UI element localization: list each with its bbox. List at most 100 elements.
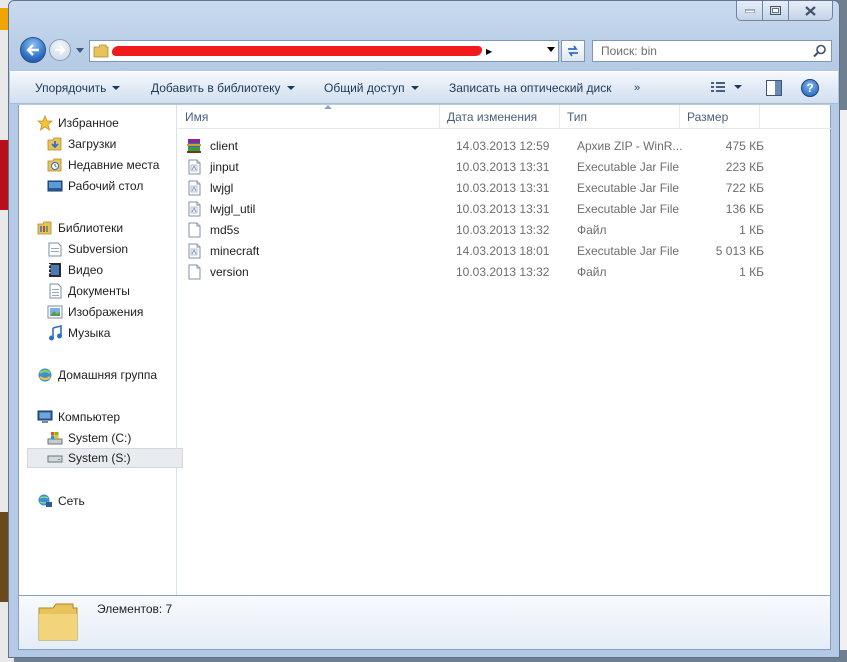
maximize-button[interactable] xyxy=(763,1,789,21)
nav-desktop-label: Рабочий стол xyxy=(68,179,144,193)
sort-ascending-icon xyxy=(324,105,332,109)
folder-icon xyxy=(93,44,109,58)
nav-favorites[interactable]: Избранное xyxy=(37,113,119,133)
nav-libraries-label: Библиотеки xyxy=(58,221,124,235)
file-row[interactable]: lwjgl_util 10.03.2013 13:31 Executable Jar… xyxy=(186,198,766,219)
file-name-cell[interactable]: md5s xyxy=(186,219,239,240)
pictures-library-icon xyxy=(47,304,63,320)
forward-button[interactable] xyxy=(49,39,71,61)
column-header-name[interactable]: Имя xyxy=(178,105,440,129)
share-label: Общий доступ xyxy=(324,81,405,95)
column-header-type[interactable]: Тип xyxy=(560,105,680,129)
nav-recent-places[interactable]: Недавние места xyxy=(47,155,159,175)
nav-music[interactable]: Музыка xyxy=(47,323,110,343)
search-input[interactable] xyxy=(593,41,803,61)
explorer-window: ▶ Упорядочить Добавить в библиотеку Общи… xyxy=(8,0,840,658)
column-headers: Имя Дата изменения Тип Размер xyxy=(178,105,831,129)
file-name-cell[interactable]: lwjgl xyxy=(186,177,233,198)
search-icon[interactable] xyxy=(813,44,827,58)
nav-downloads[interactable]: Загрузки xyxy=(47,134,116,154)
file-size: 1 КБ xyxy=(739,264,764,279)
chevron-down-icon xyxy=(112,86,121,90)
column-type-label: Тип xyxy=(567,110,588,124)
nav-documents[interactable]: Документы xyxy=(47,281,130,301)
file-type: Файл xyxy=(577,222,607,237)
computer-icon xyxy=(37,409,53,425)
minimize-button[interactable] xyxy=(736,1,763,21)
breadcrumb-separator-icon[interactable]: ▶ xyxy=(486,47,492,56)
file-size: 1 КБ xyxy=(739,222,764,237)
file-type: Executable Jar File xyxy=(577,159,680,174)
close-icon xyxy=(805,5,816,16)
file-type: Файл xyxy=(577,264,607,279)
file-date: 10.03.2013 13:32 xyxy=(456,222,550,237)
column-header-date[interactable]: Дата изменения xyxy=(440,105,560,129)
caption-buttons xyxy=(736,1,833,21)
homegroup-icon xyxy=(37,367,53,383)
organize-button[interactable]: Упорядочить xyxy=(35,72,121,104)
nav-subversion[interactable]: Subversion xyxy=(47,239,128,259)
column-size-label: Размер xyxy=(687,110,729,124)
nav-drive-c[interactable]: System (C:) xyxy=(47,428,131,448)
nav-pictures[interactable]: Изображения xyxy=(47,302,143,322)
file-name-cell[interactable]: minecraft xyxy=(186,240,259,261)
nav-libraries[interactable]: Библиотеки xyxy=(37,218,123,238)
column-header-size[interactable]: Размер xyxy=(680,105,760,129)
preview-pane-button[interactable] xyxy=(766,80,782,99)
nav-computer[interactable]: Компьютер xyxy=(37,407,120,427)
file-name-cell[interactable]: client xyxy=(186,135,238,156)
nav-homegroup-label: Домашняя группа xyxy=(58,368,158,382)
nav-network-label: Сеть xyxy=(58,494,85,508)
file-row[interactable]: lwjgl 10.03.2013 13:31 Executable Jar File… xyxy=(186,177,766,198)
file-name: jinput xyxy=(210,159,239,174)
nav-desktop[interactable]: Рабочий стол xyxy=(47,176,143,196)
nav-network[interactable]: Сеть xyxy=(37,491,85,511)
library-folder-icon xyxy=(47,241,63,257)
file-name-cell[interactable]: version xyxy=(186,261,249,282)
change-view-button[interactable] xyxy=(710,80,742,94)
address-bar[interactable]: ▶ xyxy=(89,40,559,62)
add-to-library-button[interactable]: Добавить в библиотеку xyxy=(151,72,295,104)
file-row[interactable]: version 10.03.2013 13:32 Файл 1 КБ xyxy=(186,261,766,282)
refresh-icon xyxy=(568,45,578,57)
nav-music-label: Музыка xyxy=(68,326,111,340)
nav-documents-label: Документы xyxy=(68,284,130,298)
file-type: Executable Jar File xyxy=(577,243,680,258)
jar-file-icon xyxy=(186,180,202,196)
column-date-label: Дата изменения xyxy=(447,110,538,124)
file-size: 223 КБ xyxy=(725,159,764,174)
back-button[interactable] xyxy=(20,37,46,63)
file-row[interactable]: client 14.03.2013 12:59 Архив ZIP - WinR..… xyxy=(186,135,766,156)
file-name-cell[interactable]: lwjgl_util xyxy=(186,198,255,219)
drive-icon xyxy=(47,450,63,466)
address-dropdown-icon[interactable] xyxy=(547,47,555,52)
burn-button[interactable]: Записать на оптический диск xyxy=(449,72,612,104)
help-button[interactable]: ? xyxy=(801,79,819,97)
blank-file-icon xyxy=(186,222,202,238)
close-button[interactable] xyxy=(789,1,833,21)
nav-homegroup[interactable]: Домашняя группа xyxy=(37,365,157,385)
arrow-left-icon xyxy=(26,44,39,56)
more-commands-button[interactable]: » xyxy=(634,82,640,94)
network-icon xyxy=(37,493,53,509)
nav-drive-s[interactable]: System (S:) xyxy=(27,448,183,468)
refresh-button[interactable] xyxy=(561,40,585,62)
file-name: md5s xyxy=(210,222,240,237)
file-size: 475 КБ xyxy=(725,138,764,153)
nav-videos[interactable]: Видео xyxy=(47,260,103,280)
file-row[interactable]: md5s 10.03.2013 13:32 Файл 1 КБ xyxy=(186,219,766,240)
organize-label: Упорядочить xyxy=(35,81,107,95)
file-row[interactable]: jinput 10.03.2013 13:31 Executable Jar Fil… xyxy=(186,156,766,177)
search-box[interactable] xyxy=(592,40,832,62)
file-size: 136 КБ xyxy=(725,201,764,216)
file-size: 722 КБ xyxy=(725,180,764,195)
address-bar-row: ▶ xyxy=(9,35,839,67)
burn-label: Записать на оптический диск xyxy=(449,81,612,95)
desktop-icon xyxy=(47,178,63,194)
chevron-down-icon xyxy=(410,86,419,90)
recent-pages-button[interactable] xyxy=(75,45,85,55)
file-name-cell[interactable]: jinput xyxy=(186,156,239,177)
libraries-icon xyxy=(37,220,53,236)
share-button[interactable]: Общий доступ xyxy=(324,72,419,104)
file-row[interactable]: minecraft 14.03.2013 18:01 Executable Jar … xyxy=(186,240,766,261)
